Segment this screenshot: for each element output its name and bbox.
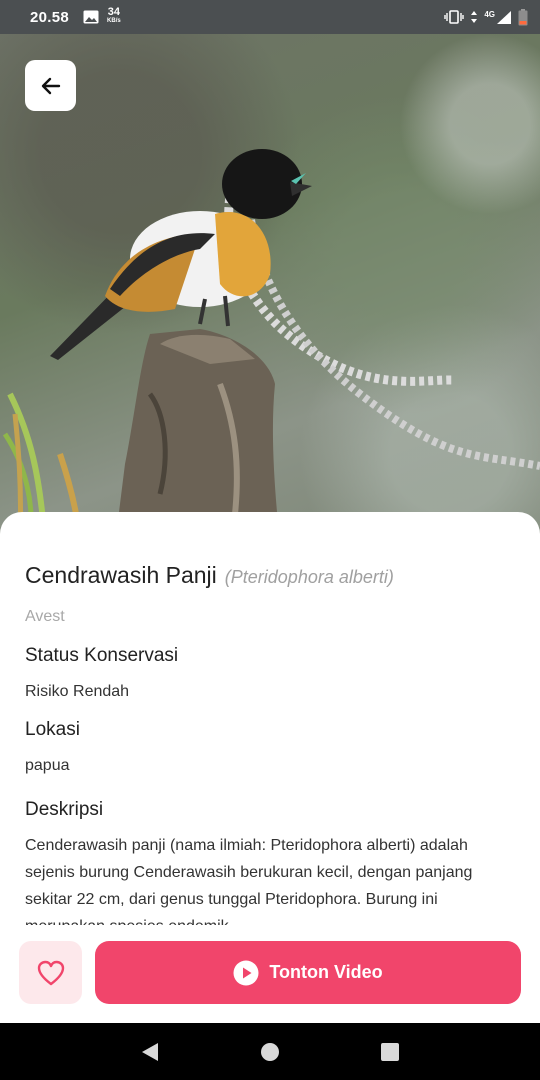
- back-button[interactable]: [25, 60, 76, 111]
- watch-video-label: Tonton Video: [269, 962, 383, 982]
- description-heading: Deskripsi: [25, 799, 104, 820]
- network-type: 4G: [484, 9, 495, 19]
- conservation-heading: Status Konservasi: [25, 645, 179, 666]
- nav-recents-icon[interactable]: [380, 1042, 400, 1062]
- data-arrows-icon: [471, 11, 478, 23]
- heart-icon: [37, 960, 64, 985]
- arrow-left-icon: [41, 77, 60, 94]
- battery-icon: [518, 8, 528, 25]
- vibrate-icon: [444, 10, 465, 24]
- species-latin-name: (Pteridophora alberti): [224, 567, 394, 587]
- image-notification-icon: [83, 10, 99, 24]
- nav-back-icon[interactable]: [140, 1042, 160, 1062]
- action-bar: Tonton Video: [0, 925, 540, 1023]
- title-row: Cendrawasih Panji (Pteridophora alberti): [25, 562, 394, 589]
- clock: 20.58: [30, 8, 70, 26]
- location-heading: Lokasi: [25, 719, 80, 740]
- bird-photo: [0, 34, 540, 544]
- description-text: Cenderawasih panji (nama ilmiah: Pterido…: [25, 837, 473, 935]
- species-class: Avest: [25, 608, 65, 625]
- play-circle-icon: [233, 960, 259, 985]
- favorite-button[interactable]: [19, 941, 82, 1004]
- nav-home-icon[interactable]: [260, 1042, 280, 1062]
- watch-video-button[interactable]: Tonton Video: [95, 941, 521, 1004]
- conservation-value: Risiko Rendah: [25, 683, 130, 700]
- network-speed: 34 KB/s: [107, 6, 121, 25]
- status-bar: 20.58 34 KB/s 4G: [0, 0, 540, 34]
- signal-icon: [497, 10, 511, 24]
- location-value: papua: [25, 757, 70, 774]
- detail-sheet: Cendrawasih Panji (Pteridophora alberti) …: [0, 512, 540, 942]
- species-name: Cendrawasih Panji: [25, 562, 217, 588]
- system-nav-bar: [0, 1023, 540, 1080]
